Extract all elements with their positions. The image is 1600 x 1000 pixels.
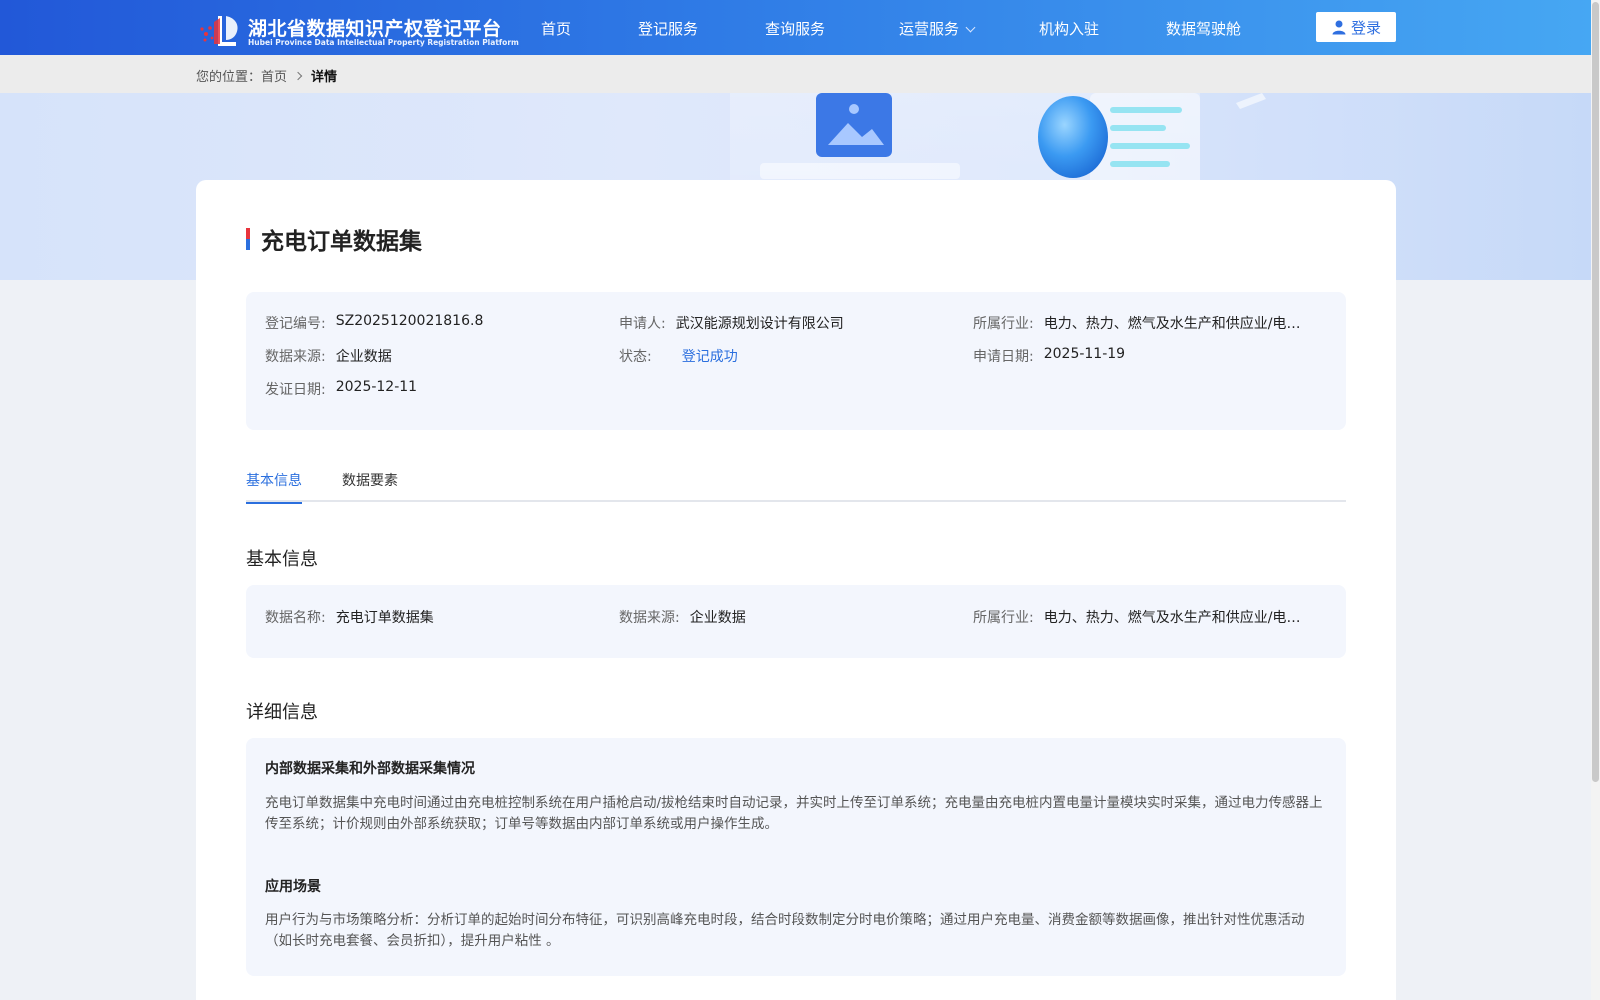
industry-field: 所属行业: 电力、热力、燃气及水生产和供应业/电力... — [973, 313, 1314, 333]
issue-date-value: 2025-12-11 — [335, 379, 418, 395]
basic-industry-value: 电力、热力、燃气及水生产和供应业/电力... — [1043, 610, 1314, 626]
tab-basic-info[interactable]: 基本信息 — [246, 470, 302, 504]
breadcrumb-bar: 您的位置： 首页 详情 — [0, 55, 1591, 93]
status-label: 状态: — [619, 349, 652, 365]
nav-operation-service[interactable]: 运营服务 — [899, 18, 976, 39]
breadcrumb-home-link[interactable]: 首页 — [261, 66, 287, 85]
data-name-label: 数据名称: — [265, 610, 326, 626]
detail-info-panel: 内部数据采集和外部数据采集情况 充电订单数据集中充电时间通过由充电桩控制系统在用… — [246, 738, 1346, 976]
breadcrumb-prefix: 您的位置： — [196, 70, 262, 85]
user-icon — [1332, 20, 1346, 35]
logo-title-cn: 湖北省数据知识产权登记平台 — [248, 18, 502, 40]
status-badge: 登记成功 — [681, 349, 738, 365]
summary-info-panel: 登记编号: SZ2025120021816.8 申请人: 武汉能源规划设计有限公… — [246, 292, 1346, 430]
basic-source-value: 企业数据 — [689, 610, 746, 626]
login-button[interactable]: 登录 — [1316, 12, 1396, 42]
chevron-down-icon — [965, 22, 976, 33]
reg-no-value: SZ2025120021816.8 — [335, 313, 484, 329]
tab-data-elements[interactable]: 数据要素 — [342, 470, 398, 502]
page-title: 充电订单数据集 — [261, 229, 422, 255]
basic-source-field: 数据来源: 企业数据 — [619, 607, 746, 627]
source-value: 企业数据 — [335, 349, 392, 365]
breadcrumb-current: 详情 — [311, 70, 338, 85]
applicant-value: 武汉能源规划设计有限公司 — [675, 316, 844, 332]
data-name-field: 数据名称: 充电订单数据集 — [265, 607, 434, 627]
apply-date-label: 申请日期: — [973, 349, 1034, 365]
reg-no-field: 登记编号: SZ2025120021816.8 — [265, 313, 483, 333]
issue-date-field: 发证日期: 2025-12-11 — [265, 379, 417, 399]
data-name-value: 充电订单数据集 — [335, 610, 434, 626]
basic-industry-label: 所属行业: — [973, 610, 1034, 626]
applicant-field: 申请人: 武汉能源规划设计有限公司 — [619, 313, 844, 333]
source-label: 数据来源: — [265, 349, 326, 365]
page-scrollbar[interactable] — [1591, 0, 1600, 1000]
basic-source-label: 数据来源: — [619, 610, 680, 626]
page-title-row: 充电订单数据集 — [246, 222, 422, 256]
login-label: 登录 — [1350, 18, 1381, 37]
nav-query-service[interactable]: 查询服务 — [765, 18, 825, 39]
issue-date-label: 发证日期: — [265, 382, 326, 398]
collection-heading: 内部数据采集和外部数据采集情况 — [265, 761, 475, 777]
detail-card: 充电订单数据集 登记编号: SZ2025120021816.8 申请人: 武汉能… — [196, 180, 1396, 1000]
basic-industry-field: 所属行业: 电力、热力、燃气及水生产和供应业/电力... — [973, 607, 1314, 627]
scenario-heading: 应用场景 — [265, 879, 321, 895]
reg-no-label: 登记编号: — [265, 316, 326, 332]
collection-text: 充电订单数据集中充电时间通过由充电桩控制系统在用户插枪启动/拔枪结束时自动记录，… — [265, 795, 1323, 832]
platform-logo[interactable]: 湖北省数据知识产权登记平台 Hubei Province Data Intell… — [196, 12, 519, 48]
title-accent-mark — [246, 228, 251, 250]
scenario-text: 用户行为与市场策略分析：分析订单的起始时间分布特征，可识别高峰充电时段，结合时段… — [265, 912, 1305, 949]
top-navbar: 湖北省数据知识产权登记平台 Hubei Province Data Intell… — [0, 0, 1591, 55]
apply-date-value: 2025-11-19 — [1043, 346, 1126, 362]
nav-home[interactable]: 首页 — [541, 18, 571, 39]
apply-date-field: 申请日期: 2025-11-19 — [973, 346, 1125, 366]
chevron-right-icon — [293, 71, 303, 80]
nav-data-cockpit[interactable]: 数据驾驶舱 — [1166, 18, 1241, 39]
applicant-label: 申请人: — [619, 316, 666, 332]
industry-value: 电力、热力、燃气及水生产和供应业/电力... — [1043, 316, 1314, 332]
breadcrumb: 您的位置： 首页 详情 — [196, 66, 337, 85]
basic-info-heading: 基本信息 — [246, 549, 318, 570]
nav-registration-service[interactable]: 登记服务 — [638, 18, 698, 39]
logo-emblem-icon — [200, 16, 238, 46]
status-field: 状态: 登记成功 — [619, 346, 738, 366]
basic-info-panel: 数据名称: 充电订单数据集 数据来源: 企业数据 所属行业: 电力、热力、燃气及… — [246, 585, 1346, 658]
scrollbar-thumb[interactable] — [1592, 2, 1599, 782]
source-field: 数据来源: 企业数据 — [265, 346, 392, 366]
detail-info-heading: 详细信息 — [246, 702, 318, 723]
industry-label: 所属行业: — [973, 316, 1034, 332]
nav-institution-entry[interactable]: 机构入驻 — [1039, 18, 1099, 39]
logo-title-en: Hubei Province Data Intellectual Propert… — [248, 38, 519, 47]
detail-tabs: 基本信息 数据要素 — [246, 462, 1346, 504]
nav-operation-service-label: 运营服务 — [899, 20, 960, 38]
